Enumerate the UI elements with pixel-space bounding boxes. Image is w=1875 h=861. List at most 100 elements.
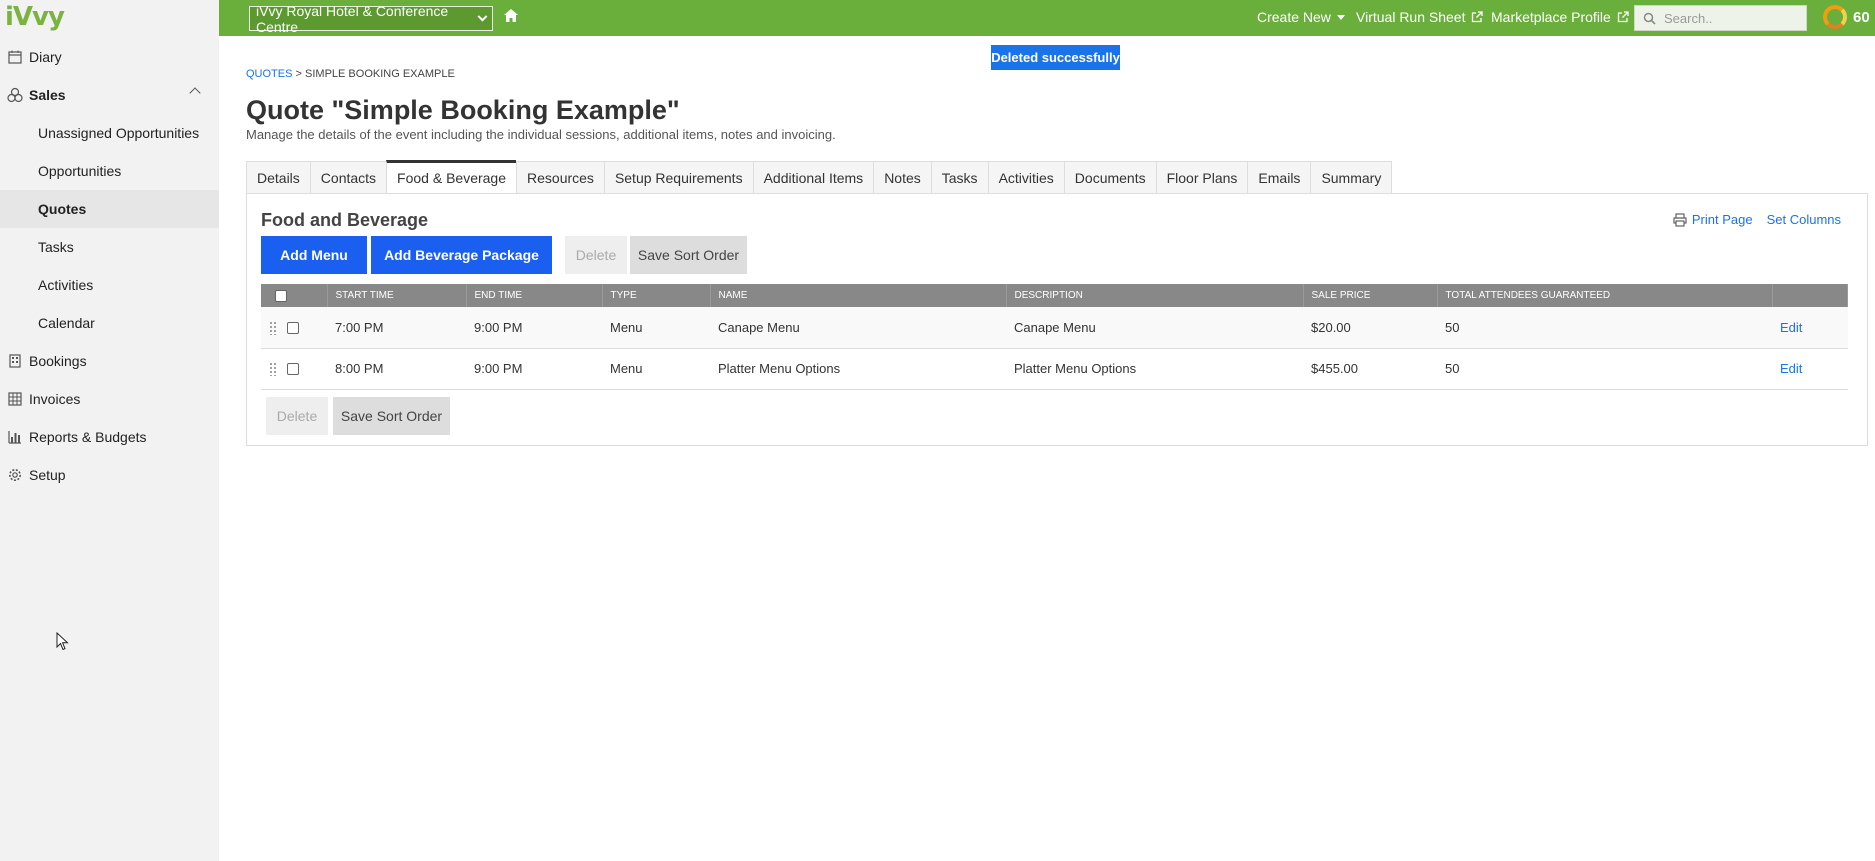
search-placeholder: Search.. (1664, 10, 1713, 26)
cell-name: Canape Menu (710, 307, 1006, 349)
page-subtitle: Manage the details of the event includin… (246, 127, 836, 142)
score-widget[interactable]: 60 (1823, 5, 1870, 29)
sidebar-item-label: Tasks (38, 239, 74, 255)
sidebar-item-label: Sales (29, 87, 66, 103)
save-sort-order-button-bottom[interactable]: Save Sort Order (333, 397, 450, 435)
breadcrumb-current: SIMPLE BOOKING EXAMPLE (305, 68, 455, 80)
delete-button-top[interactable]: Delete (565, 236, 627, 274)
sidebar-item-label: Opportunities (38, 163, 122, 179)
chevron-up-icon[interactable] (189, 87, 201, 99)
virtual-run-sheet-label: Virtual Run Sheet (1356, 9, 1466, 25)
create-new-menu[interactable]: Create New (1257, 9, 1345, 25)
sidebar: iVvy Diary Sales Unassigned Opportunitie… (0, 0, 219, 861)
sidebar-item-bookings[interactable]: Bookings (0, 342, 219, 380)
sidebar-item-unassigned-opportunities[interactable]: Unassigned Opportunities (0, 114, 219, 152)
drag-handle-icon[interactable] (269, 321, 277, 336)
sidebar-item-tasks[interactable]: Tasks (0, 228, 219, 266)
sidebar-item-setup[interactable]: Setup (0, 456, 219, 494)
sales-icon (7, 87, 23, 103)
cell-start-time: 8:00 PM (327, 348, 466, 390)
header-actions (1772, 284, 1848, 307)
header-start-time[interactable]: START TIME (327, 284, 467, 307)
external-link-icon (1617, 11, 1629, 23)
select-all-checkbox[interactable] (275, 289, 287, 302)
set-columns-link[interactable]: Set Columns (1767, 212, 1841, 227)
ivvy-logo[interactable]: iVvy (5, 2, 65, 36)
score-ring-icon (1823, 5, 1847, 29)
edit-link[interactable]: Edit (1780, 361, 1802, 376)
search-input[interactable]: Search.. (1634, 5, 1807, 31)
sidebar-item-label: Calendar (38, 315, 95, 331)
venue-select[interactable]: iVvy Royal Hotel & Conference Centre (249, 3, 493, 35)
sidebar-item-label: Diary (29, 49, 62, 65)
invoice-icon (7, 391, 23, 407)
tab-food-beverage[interactable]: Food & Beverage (386, 160, 517, 194)
cell-description: Platter Menu Options (1006, 348, 1303, 390)
header-description[interactable]: DESCRIPTION (1006, 284, 1304, 307)
header-sale-price[interactable]: SALE PRICE (1303, 284, 1438, 307)
add-menu-button[interactable]: Add Menu (261, 236, 367, 274)
top-bar: iVvy Royal Hotel & Conference Centre Cre… (219, 0, 1875, 36)
row-checkbox[interactable] (287, 363, 299, 376)
tab-summary[interactable]: Summary (1310, 161, 1393, 194)
tab-details[interactable]: Details (246, 161, 310, 194)
header-end-time[interactable]: END TIME (466, 284, 603, 307)
sidebar-item-invoices[interactable]: Invoices (0, 380, 219, 418)
table-row: 8:00 PM 9:00 PM Menu Platter Menu Option… (261, 348, 1848, 390)
drag-handle-icon[interactable] (269, 362, 277, 377)
search-icon (1643, 12, 1656, 25)
cell-attendees: 50 (1437, 307, 1772, 349)
sidebar-item-label: Activities (38, 277, 94, 293)
home-icon[interactable] (504, 9, 520, 25)
delete-button-bottom[interactable]: Delete (266, 397, 328, 435)
marketplace-profile-link[interactable]: Marketplace Profile (1491, 9, 1629, 25)
tab-activities[interactable]: Activities (987, 161, 1064, 194)
tab-contacts[interactable]: Contacts (309, 161, 387, 194)
cell-name: Platter Menu Options (710, 348, 1006, 390)
sidebar-item-label: Unassigned Opportunities (38, 125, 200, 141)
sidebar-item-label: Invoices (29, 391, 81, 407)
sidebar-item-calendar[interactable]: Calendar (0, 304, 219, 342)
sidebar-item-diary[interactable]: Diary (0, 38, 219, 76)
building-icon (7, 353, 23, 369)
sidebar-item-label: Reports & Budgets (29, 429, 147, 445)
header-total-attendees[interactable]: TOTAL ATTENDEES GUARANTEED (1437, 284, 1773, 307)
breadcrumb-separator: > (295, 68, 302, 80)
tab-setup-requirements[interactable]: Setup Requirements (603, 161, 753, 194)
breadcrumb-quotes-link[interactable]: QUOTES (246, 68, 292, 80)
row-select-cell (261, 307, 327, 349)
gear-icon (7, 467, 23, 483)
tab-floor-plans[interactable]: Floor Plans (1155, 161, 1248, 194)
row-checkbox[interactable] (287, 322, 299, 335)
header-type[interactable]: TYPE (602, 284, 711, 307)
virtual-run-sheet-link[interactable]: Virtual Run Sheet (1356, 9, 1484, 25)
food-beverage-panel: Food and Beverage Add Menu Add Beverage … (246, 193, 1868, 446)
tab-emails[interactable]: Emails (1247, 161, 1311, 194)
sidebar-item-opportunities[interactable]: Opportunities (0, 152, 219, 190)
select-all-header (261, 284, 328, 307)
page-title: Quote "Simple Booking Example" (246, 95, 680, 125)
venue-select-value: iVvy Royal Hotel & Conference Centre (256, 2, 449, 35)
tab-notes[interactable]: Notes (873, 161, 931, 194)
quote-tabs: Details Contacts Food & Beverage Resourc… (246, 160, 1393, 194)
table-header-row: START TIME END TIME TYPE NAME DESCRIPTIO… (261, 284, 1848, 307)
tab-documents[interactable]: Documents (1063, 161, 1156, 194)
sidebar-item-sales[interactable]: Sales (0, 76, 219, 114)
sidebar-nav: Diary Sales Unassigned Opportunities Opp… (0, 38, 219, 494)
tab-additional-items[interactable]: Additional Items (752, 161, 874, 194)
external-link-icon (1472, 11, 1484, 23)
save-sort-order-button-top[interactable]: Save Sort Order (630, 236, 747, 274)
score-value: 60 (1853, 8, 1870, 26)
calendar-icon (7, 49, 23, 65)
header-name[interactable]: NAME (710, 284, 1007, 307)
breadcrumb: QUOTES > SIMPLE BOOKING EXAMPLE (246, 68, 455, 80)
sidebar-item-activities[interactable]: Activities (0, 266, 219, 304)
sidebar-item-quotes[interactable]: Quotes (0, 190, 219, 228)
add-beverage-package-button[interactable]: Add Beverage Package (371, 236, 552, 274)
caret-down-icon (1336, 14, 1345, 20)
print-page-link[interactable]: Print Page (1673, 212, 1753, 227)
tab-resources[interactable]: Resources (516, 161, 604, 194)
edit-link[interactable]: Edit (1780, 320, 1802, 335)
tab-tasks[interactable]: Tasks (930, 161, 988, 194)
sidebar-item-reports-budgets[interactable]: Reports & Budgets (0, 418, 219, 456)
